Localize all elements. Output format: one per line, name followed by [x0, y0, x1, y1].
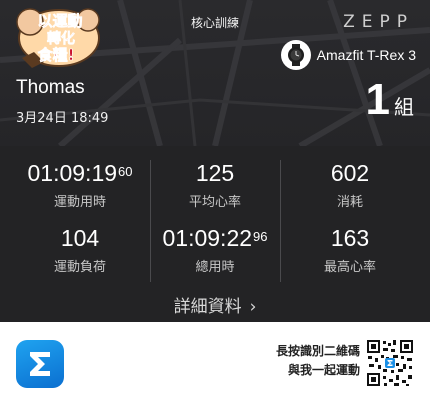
- device-name: Amazfit T-Rex 3: [316, 47, 416, 63]
- stat-value: 01:09:1960: [27, 160, 133, 186]
- stat-value: 602: [330, 160, 370, 186]
- stat-calories: 602 消耗: [285, 160, 415, 210]
- zepp-app-icon: [16, 340, 64, 388]
- watch-icon: [280, 40, 311, 70]
- column-divider: [280, 160, 281, 282]
- workout-summary-card: 以運動 轉化 食糧! 核心訓練 ZEPP Amazfit T-Rex 3 Tho…: [0, 0, 430, 322]
- stat-label: 平均心率: [188, 195, 241, 210]
- brand-logo: ZEPP: [343, 12, 414, 32]
- device-info: Amazfit T-Rex 3: [280, 40, 416, 70]
- sets-value: 1: [365, 75, 390, 124]
- stats-grid: 01:09:1960 運動用時 125 平均心率 602 消耗 104 運動負荷…: [0, 146, 430, 286]
- map-header: 以運動 轉化 食糧! 核心訓練 ZEPP Amazfit T-Rex 3 Tho…: [0, 0, 430, 146]
- qr-caption-line-2: 與我一起運動: [287, 363, 360, 377]
- stat-value: 01:09:2296: [162, 225, 268, 251]
- stat-label: 運動負荷: [53, 260, 106, 275]
- promo-badge: 以運動 轉化 食糧!: [16, 8, 100, 68]
- qr-code[interactable]: [366, 339, 414, 387]
- stat-exercise-time: 01:09:1960 運動用時: [15, 160, 145, 210]
- stat-training-load: 104 運動負荷: [15, 225, 145, 275]
- stat-label: 最高心率: [323, 260, 376, 275]
- details-link-label: 詳細資料: [173, 297, 242, 317]
- stat-max-heart-rate: 163 最高心率: [285, 225, 415, 275]
- qr-caption: 長按識別二維碼 與我一起運動: [276, 342, 360, 380]
- user-name: Thomas: [16, 77, 85, 98]
- sets-unit: 組: [394, 95, 414, 119]
- badge-text-3: 食糧!: [38, 46, 75, 64]
- workout-datetime: 3月24日 18:49: [16, 111, 109, 126]
- stat-value: 104: [60, 225, 100, 251]
- share-footer: 長按識別二維碼 與我一起運動: [0, 322, 430, 404]
- qr-caption-line-1: 長按識別二維碼: [275, 344, 360, 358]
- stat-label: 運動用時: [53, 195, 106, 210]
- chevron-right-icon: ›: [249, 297, 257, 317]
- stat-label: 總用時: [195, 260, 235, 275]
- sets-count: 1 組: [366, 78, 414, 122]
- stat-value: 163: [330, 225, 370, 251]
- stat-value: 125: [195, 160, 235, 186]
- stat-total-time: 01:09:2296 總用時: [150, 225, 280, 275]
- details-link[interactable]: 詳細資料 ›: [0, 292, 430, 317]
- stat-label: 消耗: [336, 195, 363, 210]
- stat-avg-heart-rate: 125 平均心率: [150, 160, 280, 210]
- badge-text-2: 轉化: [47, 30, 75, 47]
